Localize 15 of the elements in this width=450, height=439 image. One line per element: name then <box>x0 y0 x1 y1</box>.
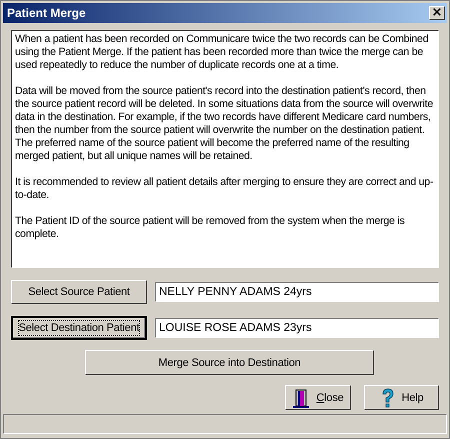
question-icon <box>380 388 396 408</box>
description-paragraph: The Patient ID of the source patient will be removed from the system when the merge is complete. <box>15 215 406 241</box>
close-button[interactable]: Close <box>285 385 351 410</box>
description-paragraph: Data will be moved from the source patient's record into the destination patient's record, then the source patient record will be deleted. In some situations data from the source will overwrite data in the destination. For example, if the two records have different Medicare card numbers, then the number from the source patient will overwrite the number on the destination patient. The preferred name of the source patient will become the preferred name of the resulting merged patient, but all unique names will be retained. <box>15 85 434 163</box>
help-button[interactable]: Help <box>364 385 439 410</box>
close-button[interactable]: × <box>429 6 445 20</box>
description-paragraph: It is recommended to review all patient details after merging to ensure they are correct and up-to-date. <box>15 176 434 202</box>
description-paragraph: When a patient has been recorded on Communicare twice the two records can be Combined using the Patient Merge. If the patient has been recorded more than twice the merge can be used repeatedly to reduce the number of duplicate records one at a time. <box>15 33 430 72</box>
merge-button[interactable]: Merge Source into Destination <box>85 350 374 375</box>
patient-field[interactable]: LOUISE ROSE ADAMS 23yrs <box>155 318 439 338</box>
window-title: Patient Merge <box>7 6 86 20</box>
patient-field[interactable]: NELLY PENNY ADAMS 24yrs <box>155 282 439 302</box>
select-patient-button[interactable]: Select Destination Patient <box>11 316 147 340</box>
door-icon <box>292 388 310 408</box>
select-patient-button[interactable]: Select Source Patient <box>11 280 147 304</box>
